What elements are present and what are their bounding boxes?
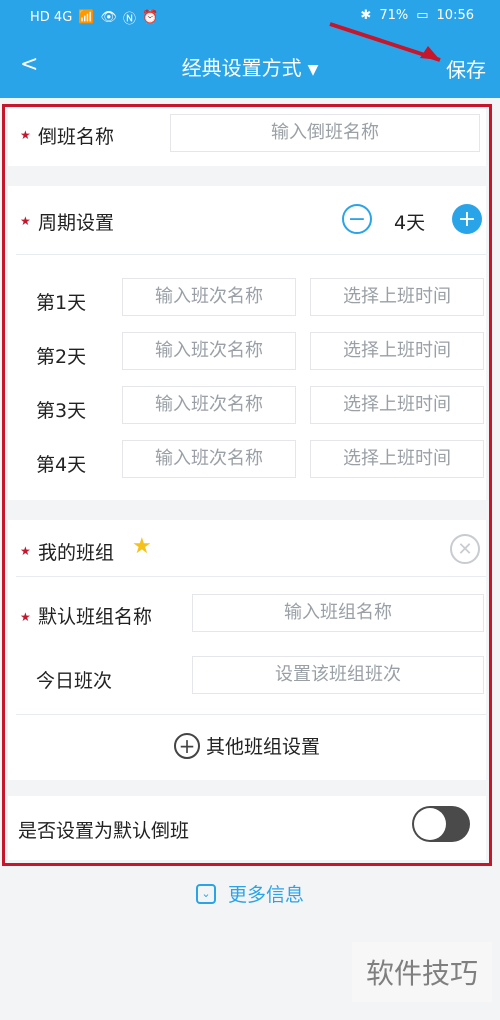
shift-name-input[interactable]: 输入班次名称 <box>122 386 296 424</box>
divider <box>16 714 486 715</box>
divider <box>16 576 486 577</box>
day-label: 第3天 <box>36 400 87 422</box>
my-group-label: 我的班组 <box>38 542 115 564</box>
day-label: 第2天 <box>36 346 87 368</box>
set-default-toggle[interactable] <box>412 806 470 842</box>
nfc-icon: Ⓝ <box>122 12 136 27</box>
wifi-icon: 📶 <box>78 10 95 25</box>
battery-icon: ▭ <box>416 8 429 23</box>
status-right: ✱ 71% ▭ 10:56 <box>360 8 474 23</box>
more-info-label: 更多信息 <box>227 884 304 906</box>
required-star-icon: ★ <box>20 544 31 558</box>
clock: 10:56 <box>436 8 474 23</box>
eye-icon: 👁 <box>100 10 117 25</box>
set-default-label: 是否设置为默认倒班 <box>18 820 190 842</box>
nav-bar: < 经典设置方式 ▼ 保存 <box>0 34 500 98</box>
cycle-value: 4天 <box>394 212 426 234</box>
status-left: HD 4G 📶 👁 Ⓝ ⏰ <box>30 8 158 27</box>
required-star-icon: ★ <box>20 128 31 142</box>
battery-percentage: 71% <box>379 8 409 23</box>
plus-icon[interactable]: + <box>452 204 482 234</box>
toggle-knob <box>414 808 446 840</box>
cycle-card: ★ 周期设置 − 4天 + 第1天 输入班次名称 选择上班时间 第2天 输入班次… <box>8 186 486 500</box>
more-info-button[interactable]: ⌄ 更多信息 <box>0 880 500 907</box>
shift-name-input[interactable]: 输入倒班名称 <box>170 114 480 152</box>
divider <box>16 254 486 255</box>
title-text: 经典设置方式 <box>181 56 302 80</box>
alarm-icon: ⏰ <box>141 10 159 25</box>
start-time-select[interactable]: 选择上班时间 <box>310 278 484 316</box>
page-title[interactable]: 经典设置方式 ▼ <box>0 52 500 81</box>
required-star-icon: ★ <box>20 214 31 228</box>
bluetooth-icon: ✱ <box>360 8 372 23</box>
signal-indicator: HD 4G <box>30 10 73 25</box>
today-shift-label: 今日班次 <box>36 670 113 692</box>
other-groups-button[interactable]: + 其他班组设置 <box>8 732 486 759</box>
group-name-input[interactable]: 输入班组名称 <box>192 594 484 632</box>
day-label: 第1天 <box>36 292 87 314</box>
shift-name-input[interactable]: 输入班次名称 <box>122 440 296 478</box>
shift-name-label: 倒班名称 <box>38 126 115 148</box>
close-icon[interactable]: ✕ <box>450 534 480 564</box>
minus-icon[interactable]: − <box>342 204 372 234</box>
my-group-card: ★ 我的班组 ★ ✕ ★ 默认班组名称 输入班组名称 今日班次 设置该班组班次 … <box>8 520 486 780</box>
required-star-icon: ★ <box>20 610 31 624</box>
shift-name-input[interactable]: 输入班次名称 <box>122 278 296 316</box>
plus-circle-icon: + <box>173 732 200 759</box>
chevron-down-icon: ⌄ <box>195 883 216 904</box>
cycle-label: 周期设置 <box>38 212 115 234</box>
day-label: 第4天 <box>36 454 87 476</box>
star-badge-icon: ★ <box>132 534 152 559</box>
save-button[interactable]: 保存 <box>446 54 486 83</box>
shift-name-card: ★ 倒班名称 输入倒班名称 <box>8 108 486 166</box>
status-bar: HD 4G 📶 👁 Ⓝ ⏰ ✱ 71% ▭ 10:56 <box>0 0 500 34</box>
watermark: 软件技巧 <box>352 942 492 1002</box>
default-group-label: 默认班组名称 <box>38 606 153 628</box>
start-time-select[interactable]: 选择上班时间 <box>310 386 484 424</box>
start-time-select[interactable]: 选择上班时间 <box>310 332 484 370</box>
other-groups-label: 其他班组设置 <box>205 736 320 758</box>
start-time-select[interactable]: 选择上班时间 <box>310 440 484 478</box>
shift-name-input[interactable]: 输入班次名称 <box>122 332 296 370</box>
today-shift-select[interactable]: 设置该班组班次 <box>192 656 484 694</box>
caret-down-icon: ▼ <box>307 61 319 78</box>
